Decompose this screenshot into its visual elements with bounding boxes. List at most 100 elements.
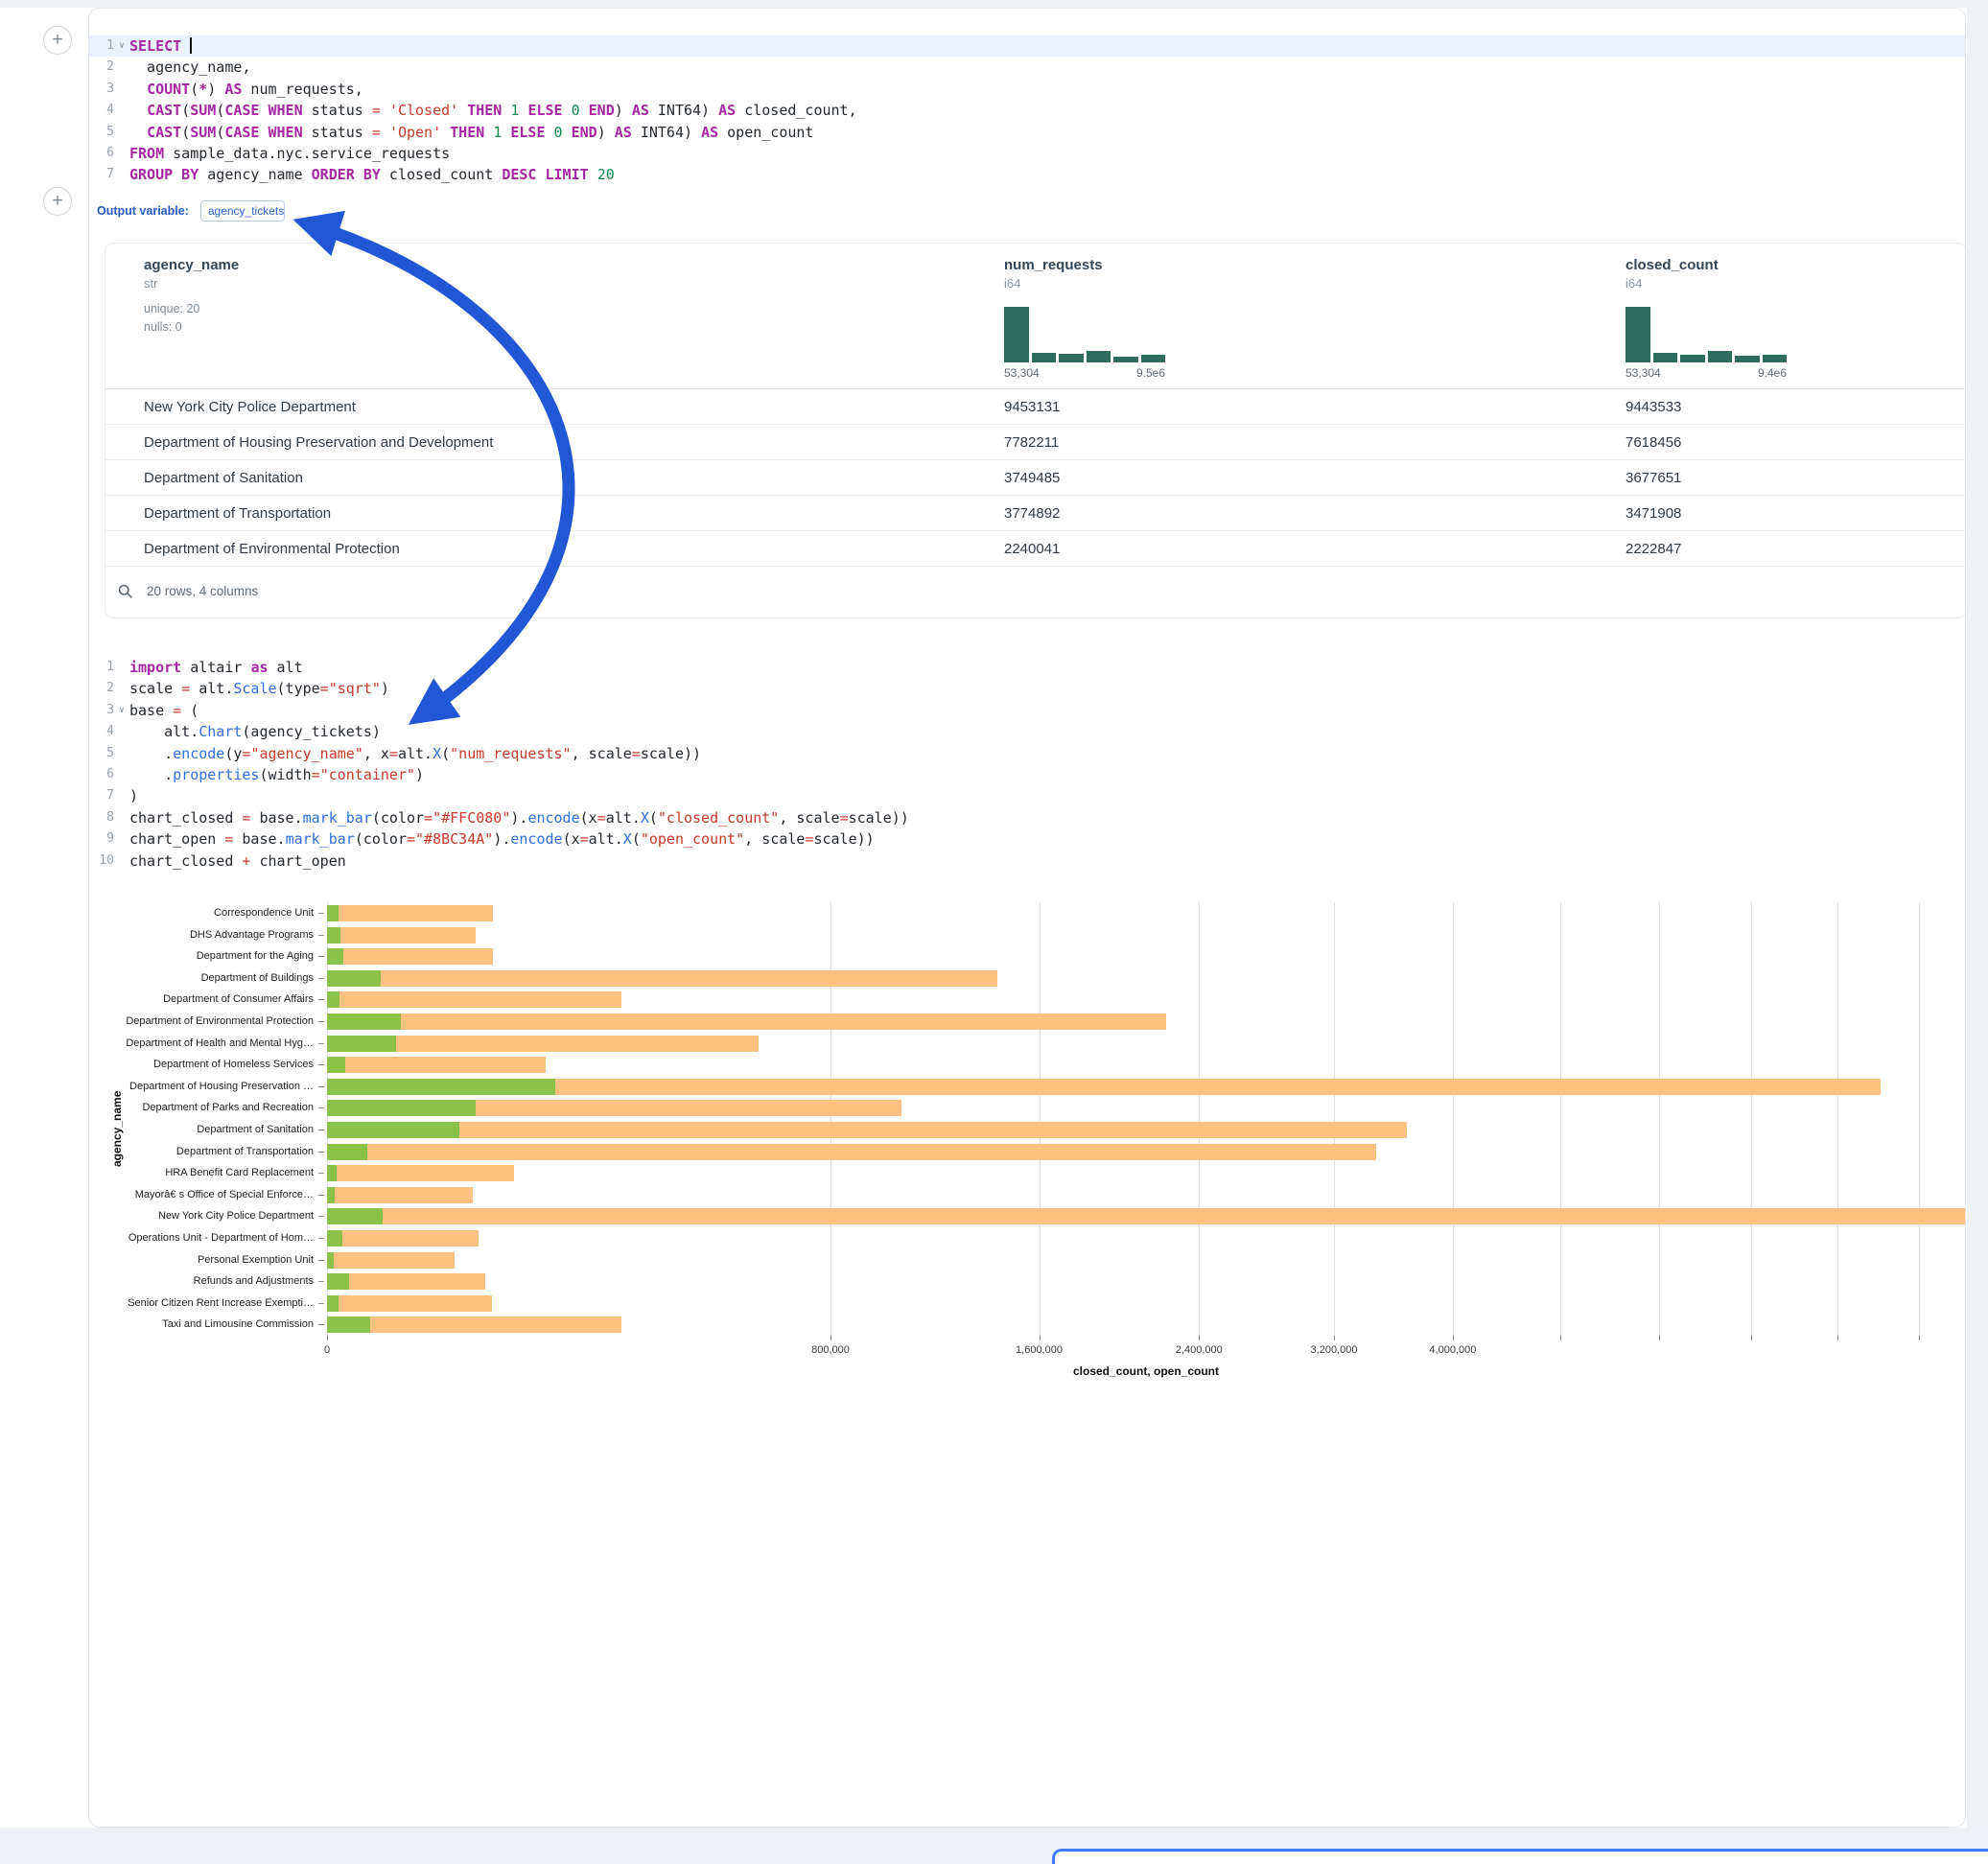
code-token: mark_bar [303, 809, 372, 827]
y-axis-tick [318, 956, 324, 957]
code-token: = [312, 766, 320, 783]
code-line: 8chart_closed = base.mark_bar(color="#FF… [89, 807, 1965, 828]
open-count-bar [327, 1273, 349, 1290]
histogram-range: 53,3049.5e6 [1004, 366, 1165, 380]
x-axis-tick [1919, 1336, 1920, 1340]
histogram-bar [1113, 357, 1138, 362]
column-name: agency_name [144, 257, 966, 273]
column-header: num_requestsi6453,3049.5e6 [966, 244, 1587, 388]
closed-count-bar [327, 1057, 546, 1073]
code-text: COUNT(*) AS num_requests, [129, 79, 363, 100]
open-count-bar [327, 1187, 335, 1203]
gridline [1560, 902, 1561, 1336]
output-variable-badge[interactable]: agency_tickets [200, 200, 285, 221]
y-axis-label: Department of Sanitation [197, 1119, 314, 1141]
closed-count-bar [327, 1295, 492, 1312]
line-number: 5 [89, 122, 114, 143]
code-token: scale)) [849, 809, 909, 827]
code-token: WHEN [269, 124, 303, 141]
code-token: X [641, 809, 649, 827]
code-token: "closed_count" [658, 809, 779, 827]
add-cell-button[interactable]: + [43, 187, 72, 216]
code-line: 3∨base = ( [89, 700, 1965, 721]
code-token: = [580, 830, 589, 848]
code-token: 0 [554, 124, 563, 141]
table-cell: Department of Housing Preservation and D… [105, 425, 966, 459]
code-token: = [389, 745, 398, 762]
code-text: agency_name, [129, 57, 250, 78]
histogram-bar [1763, 355, 1788, 362]
open-count-bar [327, 1100, 476, 1116]
histogram-bar [1087, 351, 1111, 362]
notebook-panel: 1∨SELECT 2 agency_name,3 COUNT(*) AS num… [88, 8, 1966, 1828]
line-number: 1 [89, 657, 114, 678]
y-axis: Correspondence UnitDHS Advantage Program… [89, 893, 327, 1339]
code-token: chart_closed [129, 809, 242, 827]
code-line: 4 alt.Chart(agency_tickets) [89, 721, 1965, 742]
y-axis-tick [318, 1324, 324, 1325]
column-header: closed_counti6453,3049.4e6 [1587, 244, 1930, 388]
collapse-chevron-icon [114, 828, 129, 850]
code-token: 'Open' [389, 124, 441, 141]
closed-count-bar [327, 970, 997, 987]
x-axis-tick [327, 1336, 328, 1340]
code-token [589, 166, 597, 183]
code-token: ) [597, 124, 615, 141]
open-count-bar [327, 1165, 337, 1181]
line-number: 3 [89, 700, 114, 721]
search-icon[interactable] [117, 583, 133, 599]
histogram-bar [1141, 355, 1166, 362]
line-number: 5 [89, 743, 114, 764]
table-cell: 9443533 [1587, 389, 1930, 424]
open-count-bar [327, 1057, 345, 1073]
code-token: ORDER BY [312, 166, 381, 183]
y-axis-tick [318, 1260, 324, 1261]
code-token: ) [129, 787, 138, 804]
collapse-chevron-icon[interactable]: ∨ [114, 700, 129, 721]
code-token [381, 124, 389, 141]
sql-editor[interactable]: 1∨SELECT 2 agency_name,3 COUNT(*) AS num… [89, 35, 1965, 186]
collapse-chevron-icon [114, 678, 129, 699]
code-token [458, 102, 467, 119]
collapse-chevron-icon[interactable]: ∨ [114, 35, 129, 57]
y-axis-label: Operations Unit - Department of Hom… [129, 1227, 314, 1249]
code-token: CAST [147, 124, 181, 141]
collapse-chevron-icon [114, 721, 129, 742]
code-line: 7) [89, 785, 1965, 806]
code-text: FROM sample_data.nyc.service_requests [129, 143, 450, 164]
gridline [1837, 902, 1838, 1336]
code-token: closed_count [381, 166, 502, 183]
code-token: = [597, 809, 606, 827]
x-axis-tick-label: 800,000 [811, 1344, 850, 1356]
open-count-bar [327, 1079, 555, 1095]
code-token: = [632, 745, 641, 762]
gridline [1040, 902, 1041, 1336]
code-token: agency_name, [129, 58, 250, 76]
code-token: (agency_tickets) [242, 723, 381, 740]
closed-count-bar [327, 1144, 1376, 1160]
code-token [129, 102, 147, 119]
code-token: import [129, 659, 181, 676]
table-cell: 7618456 [1587, 425, 1930, 459]
open-count-bar [327, 948, 343, 965]
code-token: INT64) [632, 124, 701, 141]
y-axis-label: Department of Consumer Affairs [163, 989, 314, 1011]
table-cell: New York City Police Department [105, 389, 966, 424]
code-token: ELSE [527, 102, 562, 119]
python-editor[interactable]: 1import altair as alt2scale = alt.Scale(… [89, 657, 1965, 872]
code-line: 5 CAST(SUM(CASE WHEN status = 'Open' THE… [89, 122, 1965, 143]
y-axis-label: Department of Health and Mental Hyg… [126, 1033, 314, 1055]
code-text: chart_closed = base.mark_bar(color="#FFC… [129, 807, 909, 828]
add-cell-button[interactable]: + [43, 26, 72, 55]
table-row: Department of Transportation377489234719… [105, 496, 1966, 531]
code-token: SUM [190, 124, 216, 141]
code-token: Chart [199, 723, 242, 740]
code-token: = [372, 102, 381, 119]
histogram-range: 53,3049.4e6 [1625, 366, 1787, 380]
output-variable-row: Output variable: agency_tickets [97, 200, 285, 221]
column-name: num_requests [1004, 257, 1587, 273]
code-text: ) [129, 785, 138, 806]
collapse-chevron-icon [114, 764, 129, 785]
open-count-bar [327, 1316, 370, 1333]
code-token [181, 37, 190, 55]
